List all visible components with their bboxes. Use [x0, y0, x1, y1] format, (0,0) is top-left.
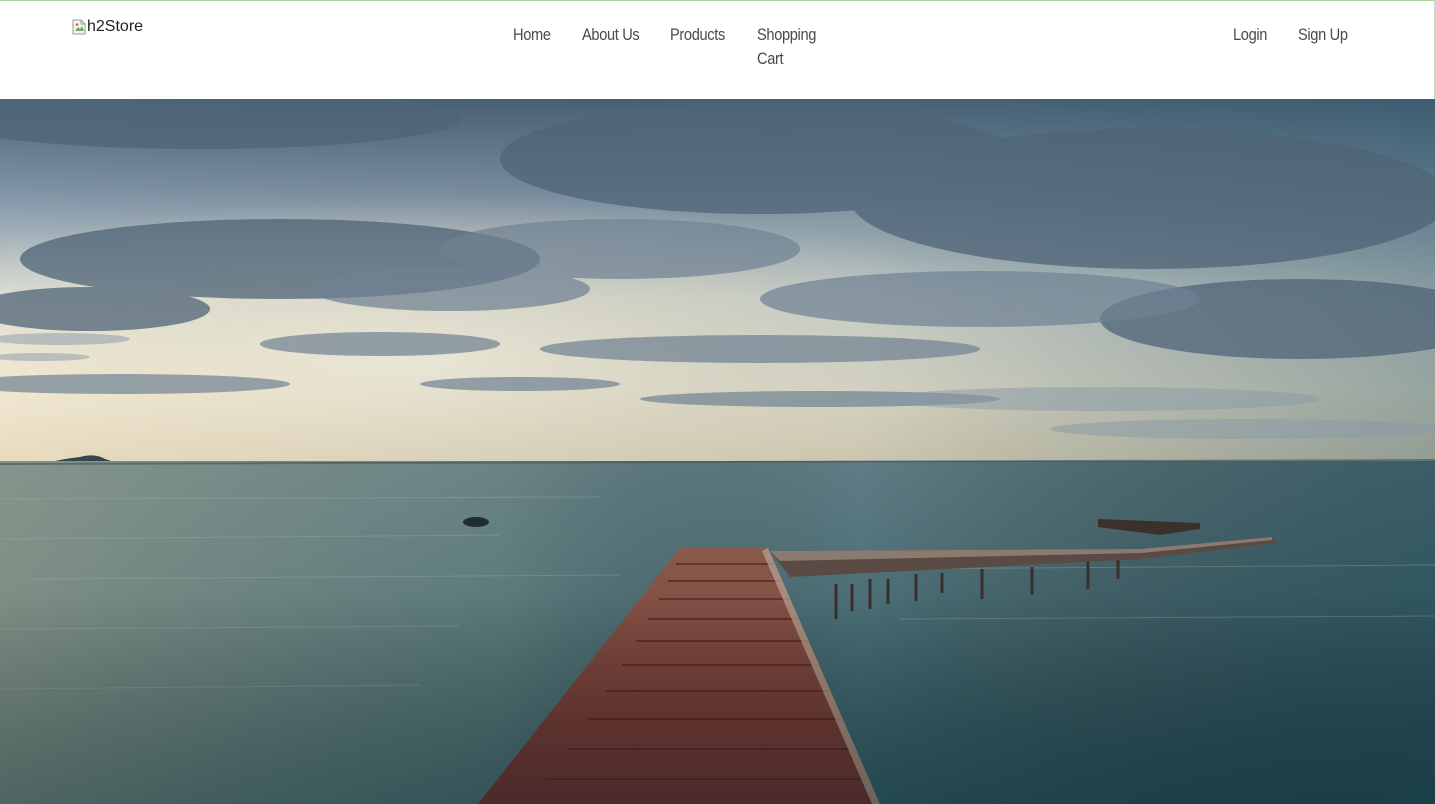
- broken-image-icon: [72, 19, 86, 35]
- hero-banner: [0, 99, 1435, 804]
- account-nav: Login Sign Up: [1225, 23, 1370, 47]
- main-nav: Home About Us Products Shopping Cart: [505, 23, 865, 71]
- navbar: h2Store Home About Us Products Shopping …: [0, 1, 1435, 99]
- brand-logo-link[interactable]: h2Store: [72, 17, 143, 37]
- brand-logo-alt-text: h2Store: [87, 18, 144, 35]
- nav-link-products[interactable]: Products: [670, 23, 731, 47]
- page: h2Store Home About Us Products Shopping …: [0, 0, 1435, 804]
- nav-link-shopping-cart[interactable]: Shopping Cart: [757, 23, 843, 71]
- nav-link-sign-up[interactable]: Sign Up: [1298, 23, 1353, 47]
- nav-link-home[interactable]: Home: [513, 23, 559, 47]
- hero-seascape-image: [0, 99, 1435, 804]
- nav-link-login[interactable]: Login: [1233, 23, 1275, 47]
- nav-link-about-us[interactable]: About Us: [582, 23, 644, 47]
